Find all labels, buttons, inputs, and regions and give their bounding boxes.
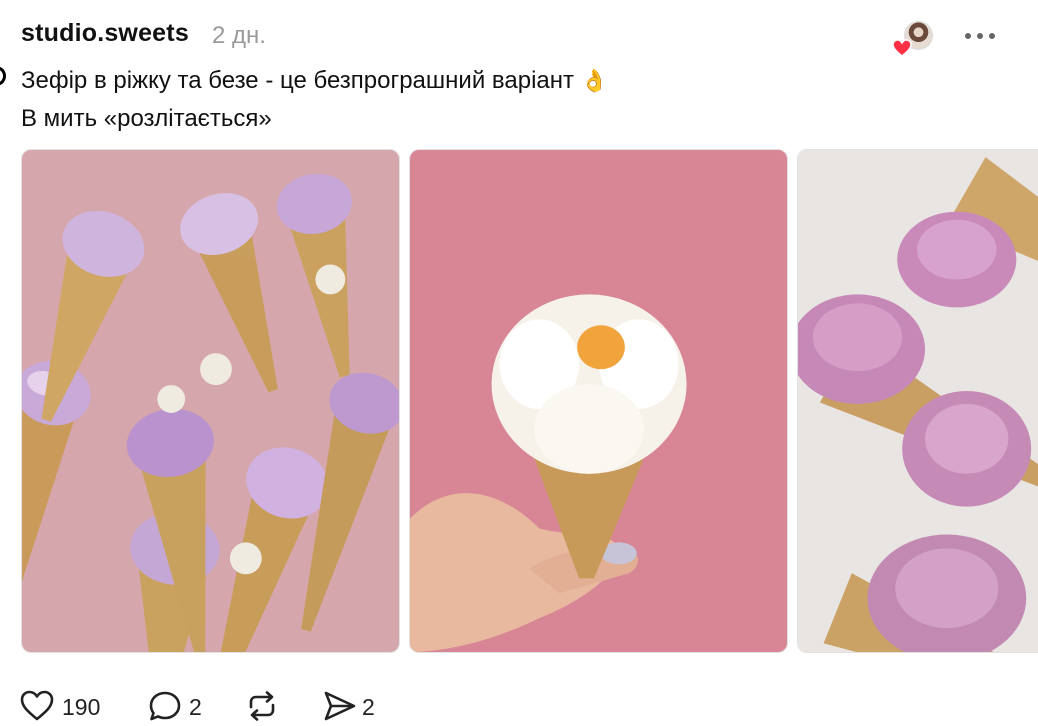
like-count: 190 xyxy=(62,694,101,720)
caption-line-2: В мить «розлітається» xyxy=(21,105,272,132)
comment-icon xyxy=(149,691,181,721)
post-image-3[interactable] xyxy=(797,149,1038,653)
post-caption: Зефір в ріжку та безе - це безпрограшний… xyxy=(21,62,608,138)
caption-text-1: Зефір в ріжку та безе - це безпрограшний… xyxy=(21,67,574,94)
repost-button[interactable] xyxy=(245,688,285,726)
caption-line-1: Зефір в ріжку та безе - це безпрограшний… xyxy=(21,62,608,100)
thread-connector xyxy=(0,66,6,86)
post-username[interactable]: studio.sweets xyxy=(21,19,189,48)
share-count: 2 xyxy=(362,694,375,720)
heart-icon xyxy=(20,690,54,721)
post-image-1[interactable] xyxy=(21,149,400,653)
post-timestamp[interactable]: 2 дн. xyxy=(212,22,266,50)
ok-hand-emoji: 👌 xyxy=(580,68,609,93)
comment-count: 2 xyxy=(189,694,202,720)
post-card: studio.sweets 2 дн. Зефір в ріжку та без… xyxy=(0,0,1038,726)
like-button[interactable]: 190 xyxy=(20,688,110,726)
send-icon xyxy=(324,691,356,721)
more-icon[interactable] xyxy=(962,28,998,44)
repost-icon xyxy=(249,691,275,721)
share-button[interactable]: 2 xyxy=(323,688,383,726)
heart-badge-icon xyxy=(892,39,912,57)
author-avatar[interactable] xyxy=(892,21,936,57)
post-image-2[interactable] xyxy=(409,149,788,653)
comment-button[interactable]: 2 xyxy=(148,688,218,726)
